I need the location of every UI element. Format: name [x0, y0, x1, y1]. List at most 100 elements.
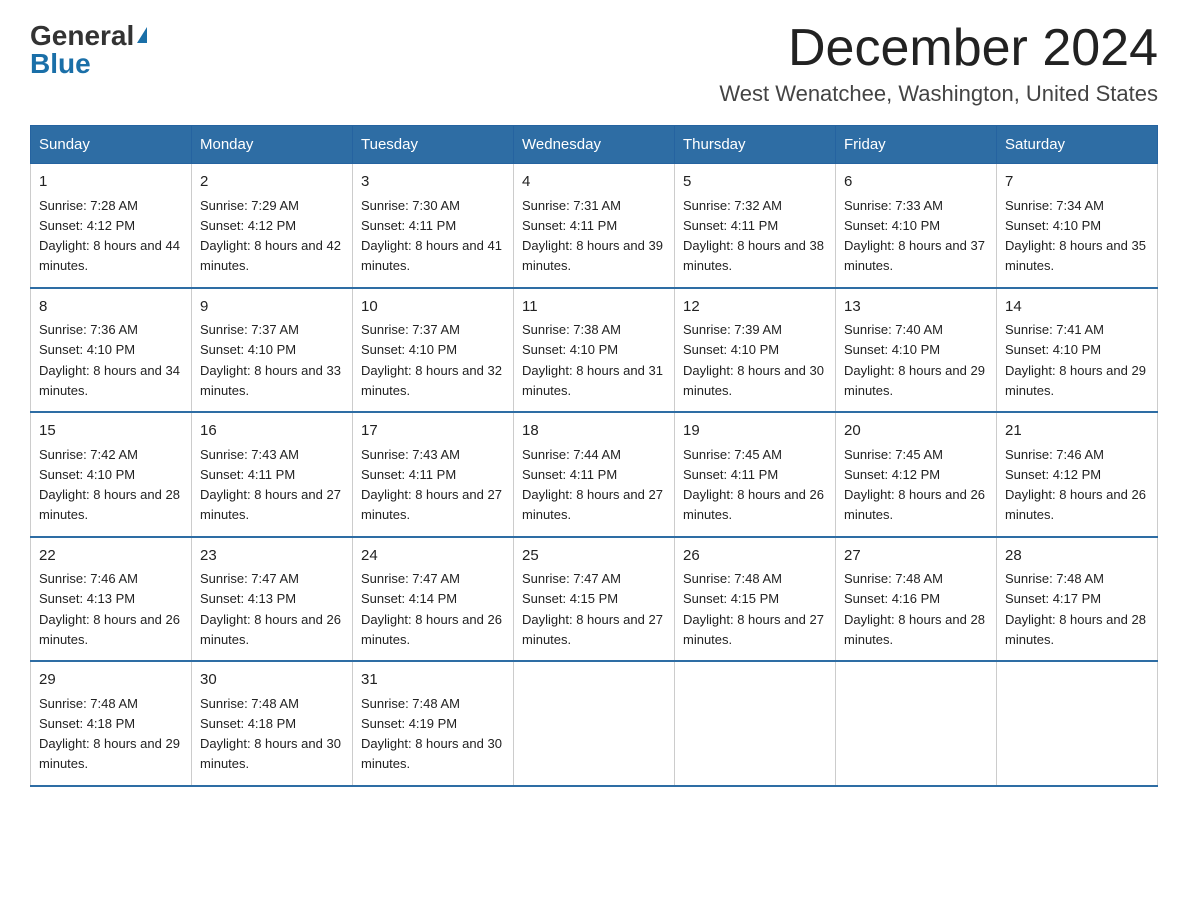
- day-info: Sunrise: 7:40 AMSunset: 4:10 PMDaylight:…: [844, 322, 985, 398]
- day-of-week-header: Sunday: [31, 126, 192, 164]
- day-number: 9: [200, 296, 344, 319]
- day-info: Sunrise: 7:47 AMSunset: 4:13 PMDaylight:…: [200, 571, 341, 647]
- day-number: 10: [361, 296, 505, 319]
- day-info: Sunrise: 7:47 AMSunset: 4:15 PMDaylight:…: [522, 571, 663, 647]
- day-info: Sunrise: 7:48 AMSunset: 4:16 PMDaylight:…: [844, 571, 985, 647]
- calendar-day-cell: 4 Sunrise: 7:31 AMSunset: 4:11 PMDaylight…: [514, 164, 675, 288]
- logo-triangle-icon: [137, 27, 147, 43]
- calendar-day-cell: 12 Sunrise: 7:39 AMSunset: 4:10 PMDayligh…: [675, 288, 836, 413]
- day-info: Sunrise: 7:28 AMSunset: 4:12 PMDaylight:…: [39, 198, 180, 274]
- calendar-day-cell: 6Sunrise: 7:33 AMSunset: 4:10 PMDaylight…: [836, 164, 997, 288]
- day-number: 8: [39, 296, 183, 319]
- logo: General Blue: [30, 20, 147, 80]
- day-info: Sunrise: 7:48 AMSunset: 4:19 PMDaylight:…: [361, 696, 502, 772]
- calendar-day-cell: 14Sunrise: 7:41 AMSunset: 4:10 PMDayligh…: [997, 288, 1158, 413]
- day-info: Sunrise: 7:33 AMSunset: 4:10 PMDaylight:…: [844, 198, 985, 274]
- calendar-day-cell: 1 Sunrise: 7:28 AMSunset: 4:12 PMDaylight…: [31, 164, 192, 288]
- day-number: 26: [683, 545, 827, 568]
- day-number: 15: [39, 420, 183, 443]
- calendar-day-cell: 8 Sunrise: 7:36 AMSunset: 4:10 PMDaylight…: [31, 288, 192, 413]
- day-info: Sunrise: 7:43 AMSunset: 4:11 PMDaylight:…: [200, 447, 341, 523]
- day-info: Sunrise: 7:32 AMSunset: 4:11 PMDaylight:…: [683, 198, 824, 274]
- day-number: 27: [844, 545, 988, 568]
- day-info: Sunrise: 7:48 AMSunset: 4:18 PMDaylight:…: [39, 696, 180, 772]
- day-number: 22: [39, 545, 183, 568]
- calendar-week-row: 22 Sunrise: 7:46 AMSunset: 4:13 PMDayligh…: [31, 537, 1158, 662]
- calendar-day-cell: 5 Sunrise: 7:32 AMSunset: 4:11 PMDaylight…: [675, 164, 836, 288]
- calendar-week-row: 29 Sunrise: 7:48 AMSunset: 4:18 PMDayligh…: [31, 661, 1158, 786]
- day-info: Sunrise: 7:48 AMSunset: 4:15 PMDaylight:…: [683, 571, 824, 647]
- calendar-day-cell: 29 Sunrise: 7:48 AMSunset: 4:18 PMDayligh…: [31, 661, 192, 786]
- day-of-week-header: Monday: [192, 126, 353, 164]
- calendar-day-cell: 2 Sunrise: 7:29 AMSunset: 4:12 PMDaylight…: [192, 164, 353, 288]
- day-number: 4: [522, 171, 666, 194]
- calendar-day-cell: 10 Sunrise: 7:37 AMSunset: 4:10 PMDayligh…: [353, 288, 514, 413]
- calendar-day-cell: 17 Sunrise: 7:43 AMSunset: 4:11 PMDayligh…: [353, 412, 514, 537]
- calendar-day-cell: 26 Sunrise: 7:48 AMSunset: 4:15 PMDayligh…: [675, 537, 836, 662]
- day-number: 16: [200, 420, 344, 443]
- calendar-day-cell: 31 Sunrise: 7:48 AMSunset: 4:19 PMDayligh…: [353, 661, 514, 786]
- day-of-week-header: Wednesday: [514, 126, 675, 164]
- day-number: 12: [683, 296, 827, 319]
- day-of-week-header: Thursday: [675, 126, 836, 164]
- day-info: Sunrise: 7:47 AMSunset: 4:14 PMDaylight:…: [361, 571, 502, 647]
- day-of-week-header: Friday: [836, 126, 997, 164]
- day-info: Sunrise: 7:46 AMSunset: 4:12 PMDaylight:…: [1005, 447, 1146, 523]
- day-info: Sunrise: 7:30 AMSunset: 4:11 PMDaylight:…: [361, 198, 502, 274]
- day-number: 28: [1005, 545, 1149, 568]
- day-number: 20: [844, 420, 988, 443]
- day-number: 2: [200, 171, 344, 194]
- day-info: Sunrise: 7:43 AMSunset: 4:11 PMDaylight:…: [361, 447, 502, 523]
- calendar-day-cell: [514, 661, 675, 786]
- calendar-day-cell: 22 Sunrise: 7:46 AMSunset: 4:13 PMDayligh…: [31, 537, 192, 662]
- day-number: 3: [361, 171, 505, 194]
- calendar-day-cell: [836, 661, 997, 786]
- day-info: Sunrise: 7:34 AMSunset: 4:10 PMDaylight:…: [1005, 198, 1146, 274]
- day-number: 24: [361, 545, 505, 568]
- calendar-day-cell: 28 Sunrise: 7:48 AMSunset: 4:17 PMDayligh…: [997, 537, 1158, 662]
- calendar-week-row: 1 Sunrise: 7:28 AMSunset: 4:12 PMDaylight…: [31, 164, 1158, 288]
- title-block: December 2024 West Wenatchee, Washington…: [719, 20, 1158, 107]
- calendar-day-cell: 21 Sunrise: 7:46 AMSunset: 4:12 PMDayligh…: [997, 412, 1158, 537]
- calendar-day-cell: 24 Sunrise: 7:47 AMSunset: 4:14 PMDayligh…: [353, 537, 514, 662]
- day-info: Sunrise: 7:45 AMSunset: 4:12 PMDaylight:…: [844, 447, 985, 523]
- day-of-week-header: Tuesday: [353, 126, 514, 164]
- day-info: Sunrise: 7:44 AMSunset: 4:11 PMDaylight:…: [522, 447, 663, 523]
- calendar-day-cell: 3 Sunrise: 7:30 AMSunset: 4:11 PMDaylight…: [353, 164, 514, 288]
- calendar-day-cell: 16 Sunrise: 7:43 AMSunset: 4:11 PMDayligh…: [192, 412, 353, 537]
- day-number: 1: [39, 171, 183, 194]
- day-info: Sunrise: 7:29 AMSunset: 4:12 PMDaylight:…: [200, 198, 341, 274]
- day-number: 11: [522, 296, 666, 319]
- day-number: 14: [1005, 296, 1149, 319]
- day-number: 7: [1005, 171, 1149, 194]
- calendar-day-cell: 18 Sunrise: 7:44 AMSunset: 4:11 PMDayligh…: [514, 412, 675, 537]
- calendar-day-cell: [675, 661, 836, 786]
- day-info: Sunrise: 7:36 AMSunset: 4:10 PMDaylight:…: [39, 322, 180, 398]
- day-number: 25: [522, 545, 666, 568]
- calendar-day-cell: 11Sunrise: 7:38 AMSunset: 4:10 PMDayligh…: [514, 288, 675, 413]
- page-header: General Blue December 2024 West Wenatche…: [30, 20, 1158, 107]
- day-number: 17: [361, 420, 505, 443]
- day-info: Sunrise: 7:37 AMSunset: 4:10 PMDaylight:…: [200, 322, 341, 398]
- day-number: 30: [200, 669, 344, 692]
- calendar-day-cell: 7 Sunrise: 7:34 AMSunset: 4:10 PMDaylight…: [997, 164, 1158, 288]
- day-number: 29: [39, 669, 183, 692]
- calendar-day-cell: 15Sunrise: 7:42 AMSunset: 4:10 PMDayligh…: [31, 412, 192, 537]
- day-number: 18: [522, 420, 666, 443]
- day-number: 5: [683, 171, 827, 194]
- day-number: 31: [361, 669, 505, 692]
- calendar-day-cell: 25 Sunrise: 7:47 AMSunset: 4:15 PMDayligh…: [514, 537, 675, 662]
- day-info: Sunrise: 7:48 AMSunset: 4:17 PMDaylight:…: [1005, 571, 1146, 647]
- logo-blue-text: Blue: [30, 48, 91, 80]
- day-info: Sunrise: 7:45 AMSunset: 4:11 PMDaylight:…: [683, 447, 824, 523]
- calendar-day-cell: 23Sunrise: 7:47 AMSunset: 4:13 PMDayligh…: [192, 537, 353, 662]
- calendar-day-cell: 30Sunrise: 7:48 AMSunset: 4:18 PMDayligh…: [192, 661, 353, 786]
- day-info: Sunrise: 7:37 AMSunset: 4:10 PMDaylight:…: [361, 322, 502, 398]
- day-info: Sunrise: 7:31 AMSunset: 4:11 PMDaylight:…: [522, 198, 663, 274]
- calendar-day-cell: 27 Sunrise: 7:48 AMSunset: 4:16 PMDayligh…: [836, 537, 997, 662]
- day-info: Sunrise: 7:39 AMSunset: 4:10 PMDaylight:…: [683, 322, 824, 398]
- day-number: 21: [1005, 420, 1149, 443]
- calendar-day-cell: 13Sunrise: 7:40 AMSunset: 4:10 PMDayligh…: [836, 288, 997, 413]
- location-title: West Wenatchee, Washington, United State…: [719, 81, 1158, 107]
- day-info: Sunrise: 7:46 AMSunset: 4:13 PMDaylight:…: [39, 571, 180, 647]
